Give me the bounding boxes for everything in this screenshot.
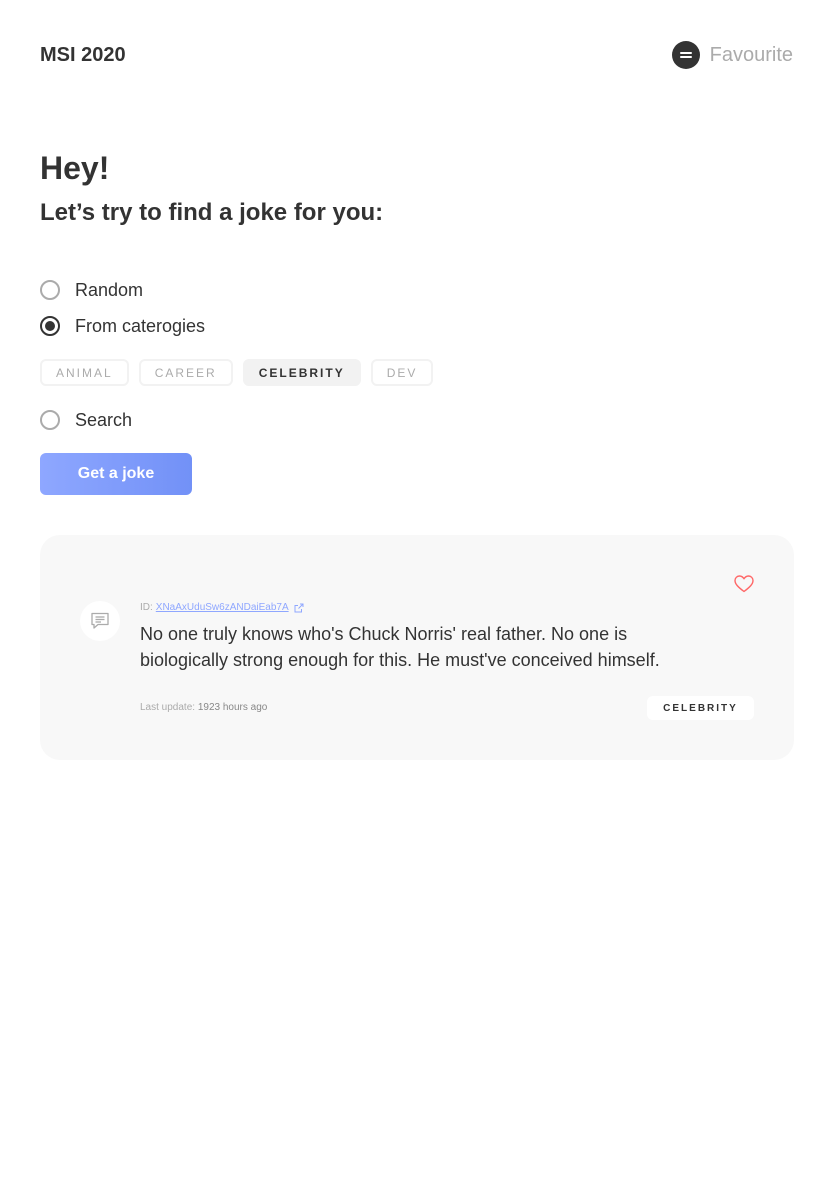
joke-card: ID: XNaAxUduSw6zANDaiEab7A No one truly … <box>40 535 794 760</box>
category-chip-career[interactable]: CAREER <box>138 359 233 386</box>
header: MSI 2020 Favourite <box>40 40 794 70</box>
category-list: ANIMAL CAREER CELEBRITY DEV <box>40 359 443 386</box>
get-joke-button[interactable]: Get a joke <box>40 453 192 495</box>
joke-id-link[interactable]: XNaAxUduSw6zANDaiEab7A <box>156 602 289 613</box>
external-link-icon[interactable] <box>294 603 304 613</box>
option-categories[interactable]: From caterogies <box>40 315 205 337</box>
last-update: Last update: 1923 hours ago <box>140 702 267 713</box>
category-chip-celebrity[interactable]: CELEBRITY <box>242 359 361 386</box>
category-chip-animal[interactable]: ANIMAL <box>40 359 129 386</box>
joke-id-label: ID: <box>140 602 153 613</box>
search-label[interactable]: Search <box>75 410 132 431</box>
search-radio[interactable] <box>40 410 60 430</box>
favourite-button[interactable]: Favourite <box>671 40 793 70</box>
logo[interactable]: MSI 2020 <box>40 44 126 67</box>
categories-label[interactable]: From caterogies <box>75 316 205 337</box>
joke-text: No one truly knows who's Chuck Norris' r… <box>140 624 660 670</box>
last-update-value: 1923 hours ago <box>197 702 268 713</box>
random-label[interactable]: Random <box>75 280 143 301</box>
option-search[interactable]: Search <box>40 409 132 431</box>
message-icon <box>80 601 120 641</box>
categories-radio[interactable] <box>40 316 60 336</box>
heart-icon[interactable] <box>734 575 754 593</box>
random-radio[interactable] <box>40 280 60 300</box>
page-title: Hey! <box>40 150 110 186</box>
option-random[interactable]: Random <box>40 279 143 301</box>
favourite-label[interactable]: Favourite <box>710 44 793 67</box>
joke-category-badge: CELEBRITY <box>647 696 754 720</box>
page-subtitle: Let’s try to find a joke for you: <box>40 199 384 226</box>
menu-icon[interactable] <box>671 41 700 69</box>
category-chip-dev[interactable]: DEV <box>370 359 434 386</box>
last-update-label: Last update: <box>140 702 198 713</box>
joke-id: ID: XNaAxUduSw6zANDaiEab7A <box>140 602 304 613</box>
